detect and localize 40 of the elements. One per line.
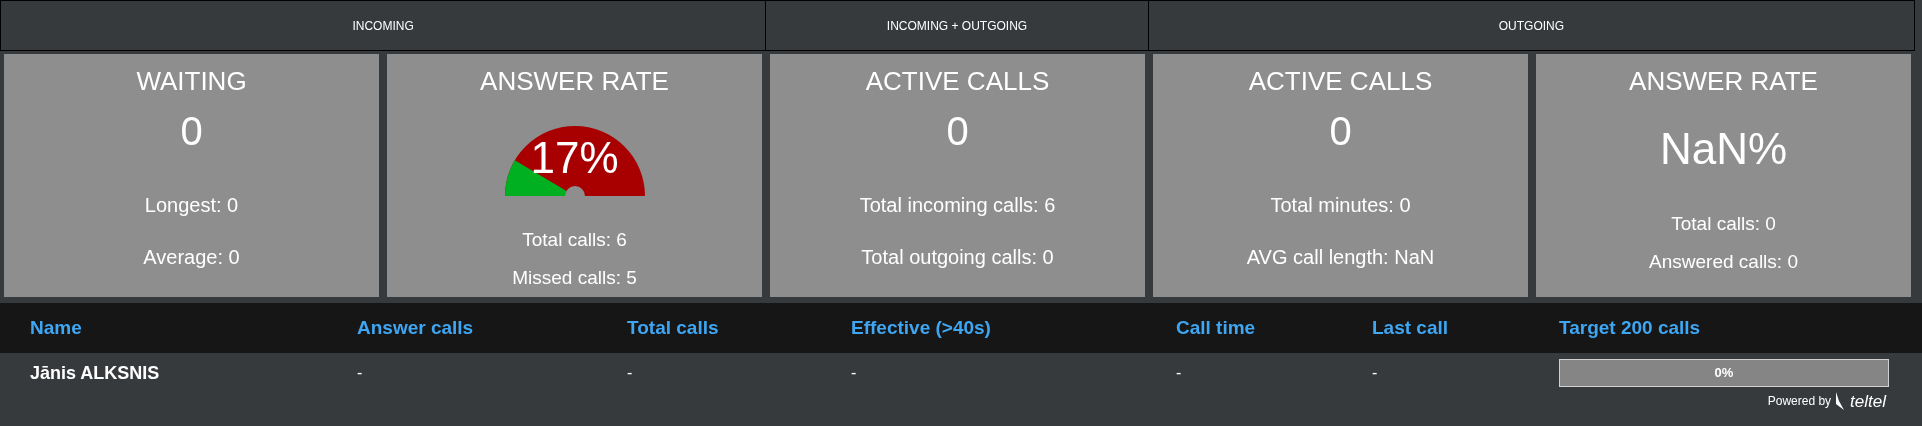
card-value: 0 [946, 108, 969, 154]
table-cell-text: Jānis ALKSNIS [30, 361, 161, 385]
card-value: 0 [1329, 108, 1352, 154]
progress-label: 0% [1713, 364, 1735, 383]
card-title: ANSWER RATE [1629, 66, 1818, 96]
card-value: NaN% [1659, 124, 1788, 174]
column-header: Last call [1372, 315, 1450, 340]
card-stat: Average: 0 [143, 245, 240, 270]
column-header: Effective (>40s) [851, 315, 992, 340]
card-value: 0 [180, 108, 203, 154]
card-title: ACTIVE CALLS [1248, 66, 1433, 96]
card-stat: Total incoming calls: 6 [859, 193, 1056, 218]
group-header: INCOMING [1, 1, 767, 50]
card-title: WAITING [136, 66, 247, 96]
card-stat: Total minutes: 0 [1270, 193, 1411, 218]
logo-mark-icon [1835, 391, 1847, 411]
card-stat: Answered calls: 0 [1649, 250, 1798, 274]
column-header: Target 200 calls [1559, 315, 1702, 340]
card-title: ANSWER RATE [480, 66, 669, 96]
card-stat: Total outgoing calls: 0 [861, 245, 1054, 270]
powered-by-text: Powered by [1767, 393, 1832, 410]
card-stat: Total calls: 6 [522, 228, 627, 252]
table-cell-text: - [1372, 363, 1379, 383]
answer-rate-value: 17% [530, 136, 619, 180]
card-stat: Total calls: 0 [1671, 212, 1776, 236]
column-header: Total calls [627, 315, 720, 340]
table-cell-text: - [851, 363, 858, 383]
card-stat: Missed calls: 5 [512, 266, 637, 290]
group-header: INCOMING + OUTGOING [766, 1, 1149, 50]
table-cell-text: - [627, 363, 634, 383]
column-header: Name [30, 315, 83, 340]
card-stat: Longest: 0 [144, 193, 239, 218]
card-title: ACTIVE CALLS [865, 66, 1050, 96]
column-header: Answer calls [357, 315, 475, 340]
card-stat: AVG call length: NaN [1246, 245, 1435, 270]
group-header: OUTGOING [1497, 17, 1566, 35]
brand-logo: teltel [1850, 392, 1886, 410]
table-cell-text: - [357, 363, 364, 383]
column-header: Call time [1176, 315, 1257, 340]
table-cell-text: - [1176, 363, 1183, 383]
